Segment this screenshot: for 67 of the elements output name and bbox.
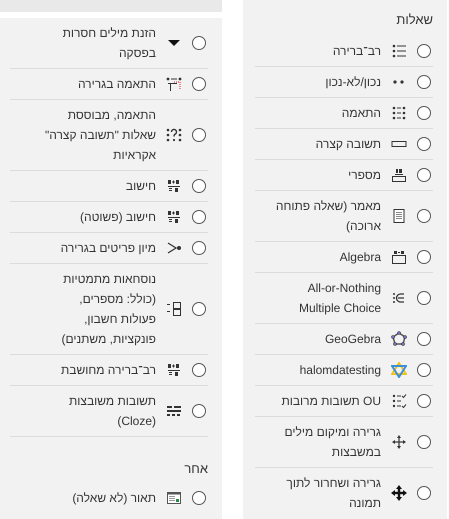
radio-button[interactable] [417,209,431,223]
radio-button[interactable] [417,137,431,151]
question-type-label[interactable]: נוסחאות מתמטיות (כולל: מספרים, פעולות חשבון, פונקציות, משתנים) [44,268,156,348]
radio-button[interactable] [417,168,431,182]
pentagon-icon [391,331,407,347]
random-match-icon [166,126,182,142]
radio-button[interactable] [192,404,206,418]
branch-icon [166,240,182,256]
question-type-label[interactable]: רב־ברירה מחושבת [44,360,156,380]
radio-button[interactable] [192,36,206,50]
number-box-icon [391,167,407,183]
radio-button[interactable] [192,128,206,142]
question-type-label[interactable]: OU תשובות מרובות [269,391,381,411]
radio-button[interactable] [192,302,206,316]
question-type-label[interactable]: תשובות משובצות (Cloze) [44,390,156,430]
question-type-label[interactable]: רב־ברירה [269,41,381,61]
document-icon [391,208,407,224]
radio-button[interactable] [192,210,206,224]
equation-box-icon [391,249,407,265]
radio-button[interactable] [417,332,431,346]
list-icon [391,43,407,59]
calculator-sum-icon [166,178,182,194]
question-type-label[interactable]: All-or-Nothing Multiple Choice [269,278,381,318]
question-type-label[interactable]: נכון/לא-נכון [269,72,381,92]
question-type-label[interactable]: תאור (לא שאלה) [44,488,156,508]
section-heading: אחר [183,460,208,478]
radio-button[interactable] [192,76,206,90]
radio-button[interactable] [417,363,431,377]
question-type-label[interactable]: Algebra [269,247,381,267]
question-type-label[interactable]: התאמה בגרירה [44,74,156,94]
question-type-label[interactable]: התאמה, מבוססת שאלות "תשובה קצרה" אקראיות [44,104,156,164]
calculator-sum-icon [166,208,182,224]
radio-button[interactable] [417,75,431,89]
question-type-label[interactable]: מאמר (שאלה פתוחה ארוכה) [269,196,381,236]
question-type-label[interactable]: גרירה ומיקום מילים במשבצות [269,422,381,462]
radio-button[interactable] [417,291,431,305]
question-type-label[interactable]: חישוב (פשוטה) [44,206,156,226]
move-icon [391,485,407,501]
radio-button[interactable] [192,490,206,504]
question-type-label[interactable]: מיון פריטים בגרירה [44,238,156,258]
question-type-label[interactable]: מספרי [269,165,381,185]
dots-element-icon [391,290,407,306]
question-type-label[interactable]: הזנת מילים חסרות בפסקה [44,22,156,62]
question-type-label[interactable]: גרירה ושחרור לתוך תמונה [269,473,381,513]
radio-button[interactable] [417,44,431,58]
question-type-label[interactable]: חישוב [44,176,156,196]
radio-button[interactable] [192,178,206,192]
drag-match-icon [166,76,182,92]
formula-grid-icon [166,300,182,316]
radio-button[interactable] [417,435,431,449]
dot-grid-icon [391,105,407,121]
calculator-sum-icon [166,362,182,378]
star-logo-icon [391,362,407,378]
question-type-label[interactable]: halomdatesting [269,360,381,380]
radio-button[interactable] [192,240,206,254]
move-icon [391,434,407,450]
question-type-label[interactable]: תשובה קצרה [269,134,381,154]
radio-button[interactable] [192,362,206,376]
radio-button[interactable] [417,394,431,408]
window-icon [166,490,182,506]
radio-button[interactable] [417,250,431,264]
section-heading: שאלות [395,11,433,29]
checklist-icon [391,393,407,409]
question-type-label[interactable]: התאמה [269,103,381,123]
question-type-label[interactable]: GeoGebra [269,329,381,349]
radio-button[interactable] [417,486,431,500]
radio-button[interactable] [417,106,431,120]
